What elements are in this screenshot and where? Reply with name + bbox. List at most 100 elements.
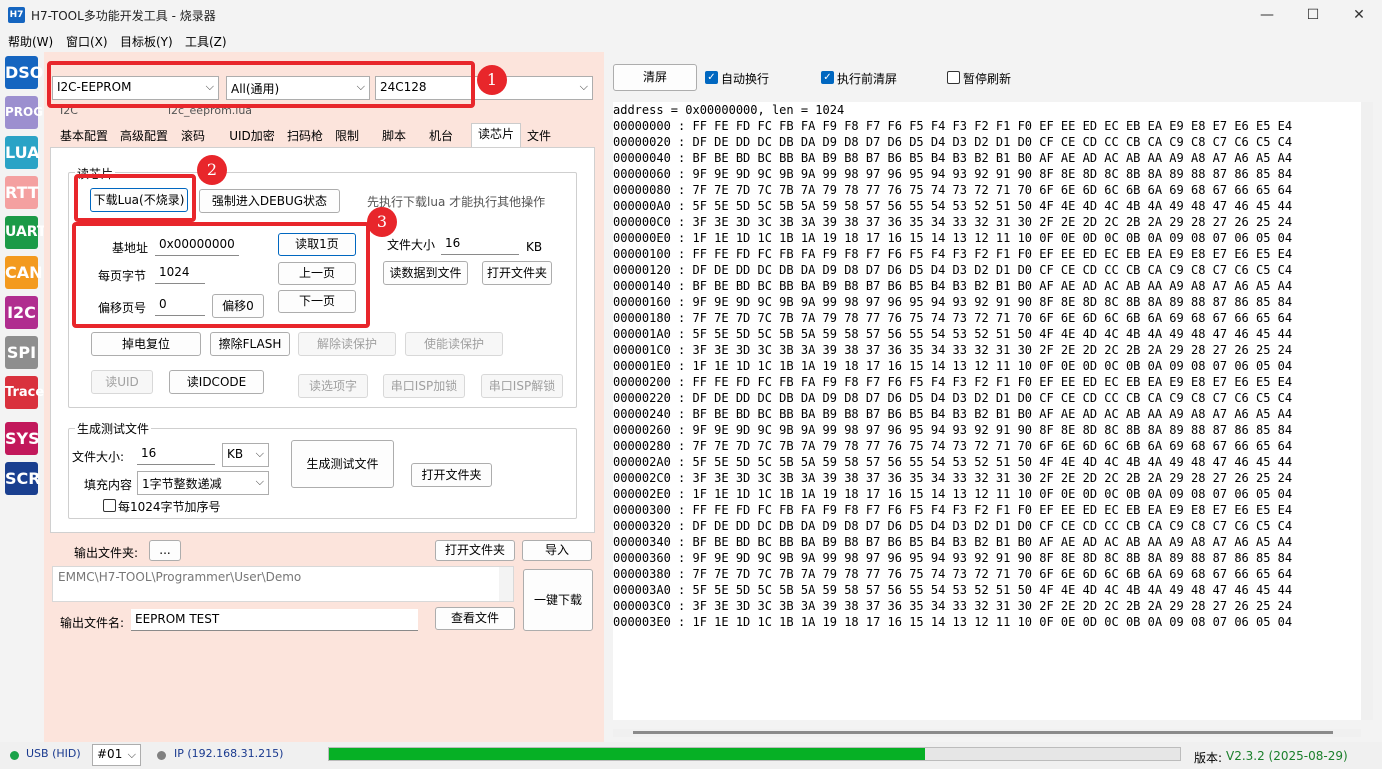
menu-target-board[interactable]: 目标板(Y) — [120, 33, 173, 50]
power-reset-button[interactable]: 掉电复位 — [91, 332, 201, 356]
clear-before-run-label: 执行前清屏 — [837, 72, 898, 86]
tab-script[interactable]: 脚本 — [378, 126, 410, 147]
module-sidebar: DSO PROG LUA RTT UART CAN I2C SPI Trace … — [0, 52, 46, 742]
sidebar-lua[interactable]: LUA — [5, 136, 40, 169]
auto-wrap-checkbox[interactable]: ✓ — [705, 71, 718, 84]
hex-vertical-scrollbar[interactable] — [1361, 102, 1373, 720]
gen-open-folder-button[interactable]: 打开文件夹 — [411, 463, 492, 487]
erase-flash-button[interactable]: 擦除FLASH — [210, 332, 290, 356]
hex-line: 000000A0 : 5F 5E 5D 5C 5B 5A 59 58 57 56… — [613, 199, 1293, 213]
fill-content-select[interactable]: 1字节整数递减 ⌵ — [137, 471, 269, 495]
hex-line: 000003E0 : 1F 1E 1D 1C 1B 1A 19 18 17 16… — [613, 615, 1293, 629]
tab-read-chip[interactable]: 读芯片 — [471, 123, 521, 147]
sequence-checkbox[interactable] — [103, 499, 116, 512]
hex-line: 00000380 : 7F 7E 7D 7C 7B 7A 79 78 77 76… — [613, 567, 1293, 581]
tab-rolling-code[interactable]: 滚码 — [176, 126, 210, 147]
hex-horizontal-scrollbar[interactable] — [613, 729, 1361, 737]
tab-file[interactable]: 文件 — [523, 126, 555, 147]
annotation-box-2 — [74, 174, 196, 222]
sidebar-i2c[interactable]: I2C — [5, 296, 38, 329]
device-port-select[interactable]: #01 ⌵ — [92, 744, 141, 766]
tab-limit[interactable]: 限制 — [331, 126, 363, 147]
read-idcode-button[interactable]: 读IDCODE — [169, 370, 264, 394]
annotation-badge-2: 2 — [197, 155, 227, 185]
hex-output[interactable]: address = 0x00000000, len = 1024 0000000… — [613, 102, 1361, 720]
tab-basic-config[interactable]: 基本配置 — [55, 126, 113, 147]
hex-scroll-thumb[interactable] — [633, 731, 1333, 734]
path-scrollbar[interactable] — [499, 567, 513, 601]
browse-folder-button[interactable]: ... — [149, 540, 181, 561]
sidebar-scr[interactable]: SCR — [5, 462, 41, 495]
output-name-label: 输出文件名: — [60, 616, 125, 630]
hex-header: address = 0x00000000, len = 1024 — [613, 103, 845, 117]
output-open-folder-button[interactable]: 打开文件夹 — [435, 540, 515, 561]
view-file-button[interactable]: 查看文件 — [435, 607, 515, 630]
clear-screen-button[interactable]: 清屏 — [613, 64, 697, 91]
hex-line: 00000140 : BF BE BD BC BB BA B9 B8 B7 B6… — [613, 279, 1293, 293]
pause-refresh-label: 暂停刷新 — [963, 72, 1012, 86]
usb-status-dot — [10, 751, 19, 760]
gen-unit-value: KB — [227, 447, 244, 461]
sidebar-sys[interactable]: SYS — [5, 422, 40, 455]
version-value: V2.3.2 (2025-08-29) — [1226, 749, 1348, 763]
hex-line: 000003C0 : 3F 3E 3D 3C 3B 3A 39 38 37 36… — [613, 599, 1293, 613]
hex-line: 00000080 : 7F 7E 7D 7C 7B 7A 79 78 77 76… — [613, 183, 1293, 197]
maximize-button[interactable]: ☐ — [1290, 0, 1336, 30]
chevron-down-icon: ⌵ — [255, 475, 264, 488]
generate-test-file-button[interactable]: 生成测试文件 — [291, 440, 394, 488]
open-folder-button[interactable]: 打开文件夹 — [482, 261, 552, 285]
ip-status-label: IP (192.168.31.215) — [174, 747, 284, 760]
port-value: #01 — [97, 747, 123, 761]
hex-line: 000003A0 : 5F 5E 5D 5C 5B 5A 59 58 57 56… — [613, 583, 1293, 597]
force-debug-button[interactable]: 强制进入DEBUG状态 — [199, 189, 340, 213]
tab-scanner[interactable]: 扫码枪 — [283, 126, 327, 147]
sidebar-uart[interactable]: UART — [5, 216, 46, 249]
sidebar-prog[interactable]: PROG — [5, 96, 43, 129]
file-size-label: 文件大小 — [387, 238, 436, 252]
hex-line: 00000300 : FF FE FD FC FB FA F9 F8 F7 F6… — [613, 503, 1293, 517]
gen-file-size-input[interactable]: 16 — [137, 443, 215, 465]
hex-line: 00000360 : 9F 9E 9D 9C 9B 9A 99 98 97 96… — [613, 551, 1293, 565]
unlock-read-protect-button[interactable]: 解除读保护 — [298, 332, 396, 356]
file-size-input[interactable]: 16 — [441, 233, 519, 255]
minimize-button[interactable]: — — [1244, 0, 1290, 30]
sidebar-dso[interactable]: DSO — [5, 56, 43, 89]
tab-machine[interactable]: 机台 — [425, 126, 457, 147]
read-option-bytes-button[interactable]: 读选项字 — [298, 374, 368, 398]
one-click-download-button[interactable]: 一键下载 — [523, 569, 593, 631]
enable-read-protect-button[interactable]: 使能读保护 — [405, 332, 503, 356]
output-name-input[interactable]: EEPROM TEST — [131, 609, 418, 631]
read-uid-button[interactable]: 读UID — [91, 370, 153, 394]
hex-line: 000001E0 : 1F 1E 1D 1C 1B 1A 19 18 17 16… — [613, 359, 1293, 373]
hex-line: 00000200 : FF FE FD FC FB FA F9 F8 F7 F6… — [613, 375, 1293, 389]
sidebar-spi[interactable]: SPI — [5, 336, 38, 369]
menu-bar: 帮助(W) 窗口(X) 目标板(Y) 工具(Z) — [0, 30, 1382, 52]
hex-line: 000000C0 : 3F 3E 3D 3C 3B 3A 39 38 37 36… — [613, 215, 1293, 229]
tab-uid-encrypt[interactable]: UID加密 — [225, 126, 279, 147]
menu-window[interactable]: 窗口(X) — [66, 33, 108, 50]
hex-line: 00000240 : BF BE BD BC BB BA B9 B8 B7 B6… — [613, 407, 1293, 421]
gen-unit-select[interactable]: KB ⌵ — [222, 443, 269, 467]
menu-tools[interactable]: 工具(Z) — [185, 33, 227, 50]
sidebar-rtt[interactable]: RTT — [5, 176, 39, 209]
import-button[interactable]: 导入 — [522, 540, 592, 561]
hex-line: 00000220 : DF DE DD DC DB DA D9 D8 D7 D6… — [613, 391, 1293, 405]
read-to-file-button[interactable]: 读数据到文件 — [383, 261, 468, 285]
hex-line: 00000000 : FF FE FD FC FB FA F9 F8 F7 F6… — [613, 119, 1293, 133]
menu-help[interactable]: 帮助(W) — [8, 33, 53, 50]
serial-isp-lock-button[interactable]: 串口ISP加锁 — [383, 374, 465, 398]
sidebar-trace[interactable]: Trace — [5, 376, 44, 409]
sequence-label: 每1024字节加序号 — [118, 500, 221, 514]
fill-content-value: 1字节整数递减 — [142, 477, 222, 491]
pause-refresh-checkbox[interactable] — [947, 71, 960, 84]
progress-bar — [328, 747, 1181, 761]
file-size-unit: KB — [526, 240, 543, 254]
tab-advanced-config[interactable]: 高级配置 — [115, 126, 173, 147]
clear-before-run-checkbox[interactable]: ✓ — [821, 71, 834, 84]
sidebar-can[interactable]: CAN — [5, 256, 43, 289]
serial-isp-unlock-button[interactable]: 串口ISP解锁 — [481, 374, 563, 398]
close-button[interactable]: ✕ — [1336, 0, 1382, 30]
version-label: 版本: — [1194, 751, 1223, 765]
hex-line: 00000180 : 7F 7E 7D 7C 7B 7A 79 78 77 76… — [613, 311, 1293, 325]
output-path-field[interactable]: EMMC\H7-TOOL\Programmer\User\Demo — [52, 566, 514, 602]
